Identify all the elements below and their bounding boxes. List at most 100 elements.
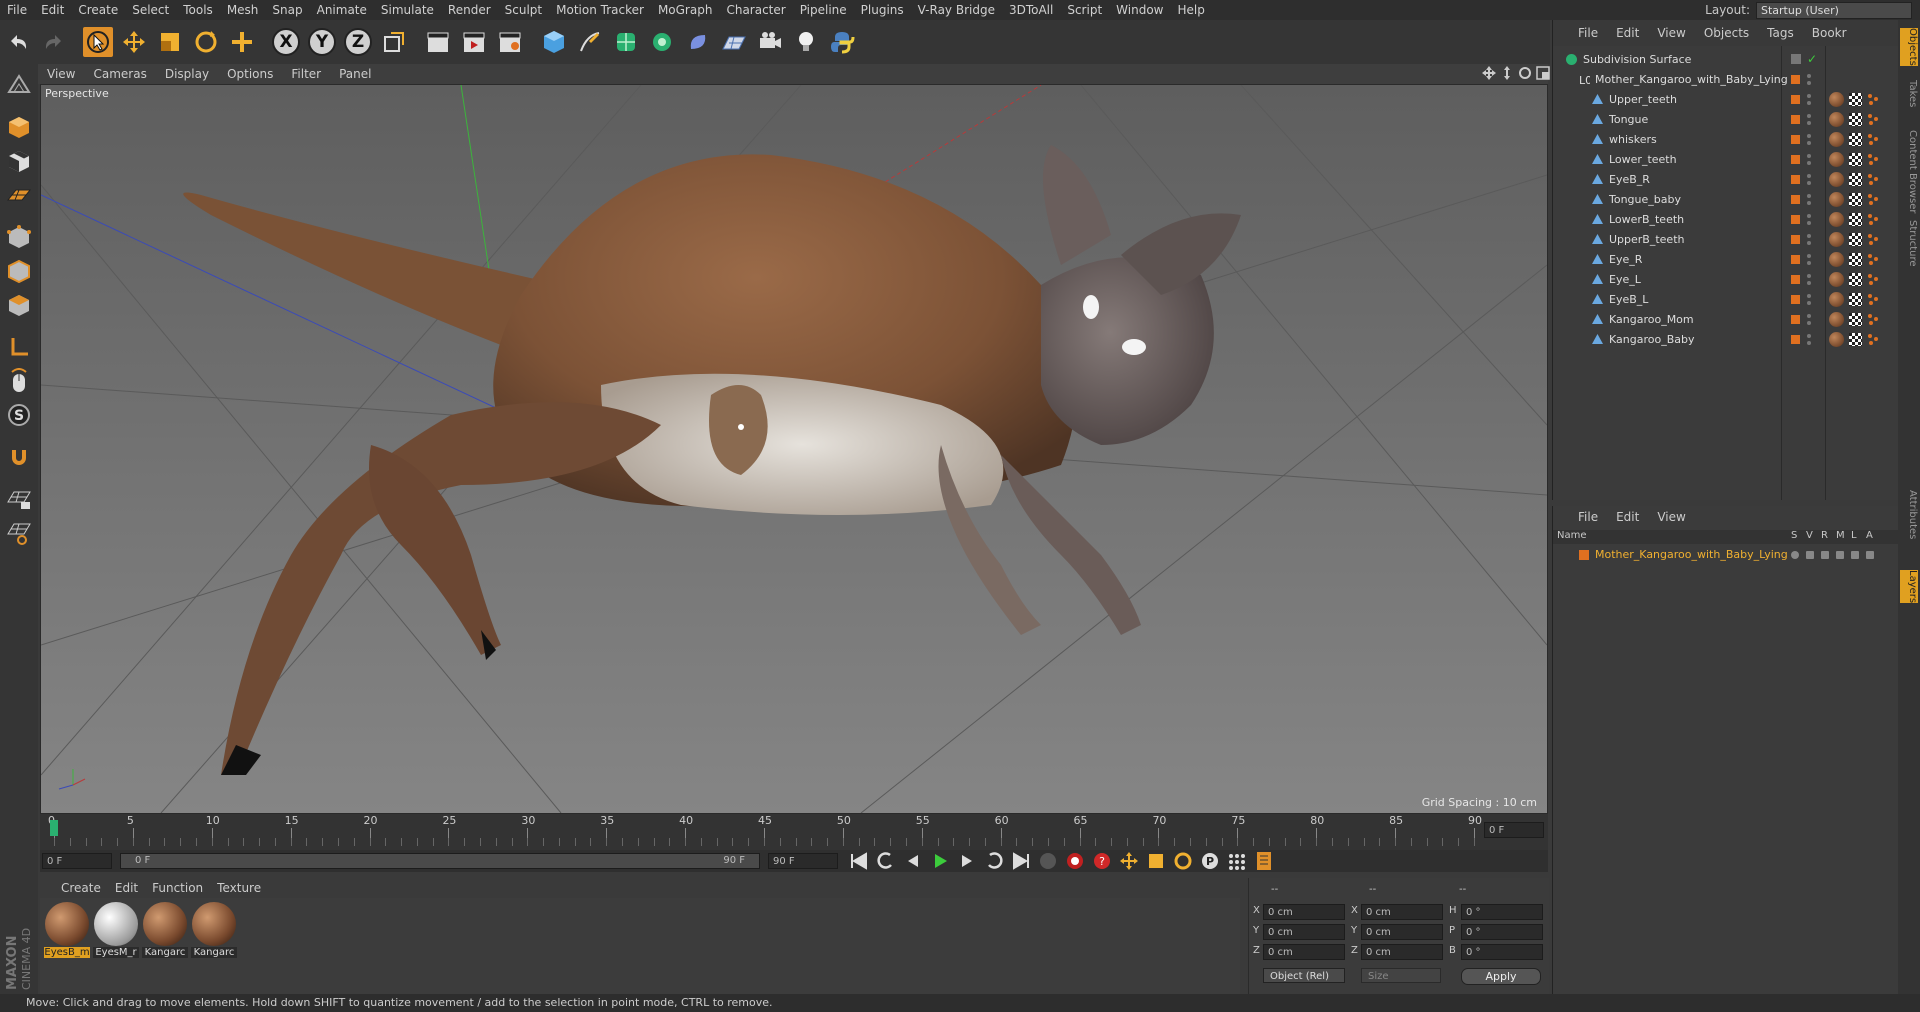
record-keys-icon[interactable] [1064, 851, 1086, 871]
redo-button[interactable] [39, 27, 69, 57]
texture-tag-icon[interactable] [1849, 173, 1862, 186]
layer-menu-edit[interactable]: Edit [1607, 510, 1648, 524]
material-swatch[interactable]: Kangarc [191, 902, 237, 960]
apply-button[interactable]: Apply [1461, 968, 1541, 985]
side-tab-content-browser[interactable]: Content Browser [1900, 130, 1918, 213]
material-tag-icon[interactable] [1829, 172, 1844, 187]
object-row[interactable]: LowerB_teeth [1553, 210, 1899, 230]
material-menu-function[interactable]: Function [145, 881, 210, 895]
editor-visibility-icon[interactable] [1807, 254, 1811, 258]
material-tag-icon[interactable] [1829, 112, 1844, 127]
range-slider[interactable]: 0 F 90 F [120, 853, 760, 869]
array-button[interactable] [647, 27, 677, 57]
texture-tag-icon[interactable] [1849, 153, 1862, 166]
polygons-mode-button[interactable] [4, 290, 34, 320]
phong-tag-icon[interactable] [1867, 213, 1879, 226]
viewport-menu-panel[interactable]: Panel [330, 67, 380, 81]
layer-flag-toggle[interactable] [1821, 551, 1829, 559]
layer-color-icon[interactable] [1791, 275, 1800, 284]
material-menu-edit[interactable]: Edit [108, 881, 145, 895]
render-picture-viewer-button[interactable] [459, 27, 489, 57]
menu-snap[interactable]: Snap [265, 0, 309, 20]
object-row[interactable]: Upper_teeth [1553, 90, 1899, 110]
editor-visibility-icon[interactable] [1807, 314, 1811, 318]
layer-color-icon[interactable] [1791, 215, 1800, 224]
render-visibility-icon[interactable] [1807, 101, 1811, 105]
layer-color-icon[interactable] [1791, 295, 1800, 304]
key-parameter-icon[interactable]: P [1199, 851, 1221, 871]
go-to-start-icon[interactable] [848, 851, 870, 871]
menu-animate[interactable]: Animate [310, 0, 374, 20]
tweak-mode-button[interactable] [4, 366, 34, 396]
key-position-icon[interactable] [1118, 851, 1140, 871]
previous-key-icon[interactable] [875, 851, 897, 871]
material-swatch[interactable]: EyesM_r [93, 902, 139, 960]
phong-tag-icon[interactable] [1867, 233, 1879, 246]
coord-pos-field[interactable]: 0 cm [1263, 904, 1345, 920]
phong-tag-icon[interactable] [1867, 153, 1879, 166]
coord-rot-field[interactable]: 0 ° [1461, 924, 1543, 940]
material-tag-icon[interactable] [1829, 192, 1844, 207]
record-disabled-icon[interactable] [1037, 851, 1059, 871]
texture-tag-icon[interactable] [1849, 293, 1862, 306]
rotate-tool-button[interactable] [191, 27, 221, 57]
layer-color-icon[interactable] [1791, 75, 1800, 84]
texture-tag-icon[interactable] [1849, 133, 1862, 146]
coord-size-field[interactable]: 0 cm [1361, 904, 1443, 920]
coordinate-mode-select[interactable]: Object (Rel) [1263, 968, 1345, 983]
perspective-viewport[interactable]: Perspective Grid Spacing : 10 cm [40, 84, 1548, 814]
z-axis-button[interactable]: Z [343, 27, 373, 57]
side-tab-layers[interactable]: Layers [1900, 570, 1918, 604]
magnet-button[interactable] [4, 442, 34, 472]
editor-visibility-icon[interactable] [1807, 154, 1811, 158]
phong-tag-icon[interactable] [1867, 93, 1879, 106]
layer-color-icon[interactable] [1791, 335, 1800, 344]
phong-tag-icon[interactable] [1867, 253, 1879, 266]
menu-mesh[interactable]: Mesh [220, 0, 266, 20]
menu-select[interactable]: Select [125, 0, 176, 20]
phong-tag-icon[interactable] [1867, 273, 1879, 286]
object-menu-file[interactable]: File [1569, 26, 1607, 40]
coord-pos-field[interactable]: 0 cm [1263, 944, 1345, 960]
layer-color-icon[interactable] [1791, 195, 1800, 204]
texture-tag-icon[interactable] [1849, 273, 1862, 286]
texture-tag-icon[interactable] [1849, 193, 1862, 206]
material-swatch[interactable]: EyesB_m [44, 902, 90, 960]
editor-visibility-icon[interactable] [1807, 194, 1811, 198]
material-tag-icon[interactable] [1829, 132, 1844, 147]
live-selection-button[interactable] [83, 27, 113, 57]
side-tab-takes[interactable]: Takes [1900, 80, 1918, 107]
material-tag-icon[interactable] [1829, 312, 1844, 327]
play-icon[interactable] [929, 851, 951, 871]
render-view-button[interactable] [423, 27, 453, 57]
camera-button[interactable] [755, 27, 785, 57]
coord-pos-field[interactable]: 0 cm [1263, 924, 1345, 940]
texture-tag-icon[interactable] [1849, 253, 1862, 266]
object-row[interactable]: whiskers [1553, 130, 1899, 150]
object-row[interactable]: Tongue_baby [1553, 190, 1899, 210]
menu-create[interactable]: Create [71, 0, 125, 20]
key-pla-icon[interactable] [1226, 851, 1248, 871]
phong-tag-icon[interactable] [1867, 133, 1879, 146]
move-tool-button[interactable] [119, 27, 149, 57]
render-visibility-icon[interactable] [1807, 221, 1811, 225]
phong-tag-icon[interactable] [1867, 193, 1879, 206]
menu-plugins[interactable]: Plugins [854, 0, 911, 20]
coord-rot-field[interactable]: 0 ° [1461, 944, 1543, 960]
layer-flag-toggle[interactable] [1791, 551, 1799, 559]
object-row[interactable]: EyeB_L [1553, 290, 1899, 310]
pen-spline-button[interactable] [575, 27, 605, 57]
timeline-playhead[interactable] [50, 820, 58, 836]
maximize-view-icon[interactable] [1536, 66, 1550, 80]
menu-window[interactable]: Window [1109, 0, 1170, 20]
editor-visibility-icon[interactable] [1807, 214, 1811, 218]
object-menu-tags[interactable]: Tags [1758, 26, 1803, 40]
menu-3dtoall[interactable]: 3DToAll [1002, 0, 1060, 20]
pan-icon[interactable] [1482, 66, 1496, 80]
menu-render[interactable]: Render [441, 0, 498, 20]
material-tag-icon[interactable] [1829, 152, 1844, 167]
timeline-window-icon[interactable] [1253, 851, 1275, 871]
layer-menu-file[interactable]: File [1569, 510, 1607, 524]
render-visibility-icon[interactable] [1807, 261, 1811, 265]
menu-tools[interactable]: Tools [176, 0, 220, 20]
